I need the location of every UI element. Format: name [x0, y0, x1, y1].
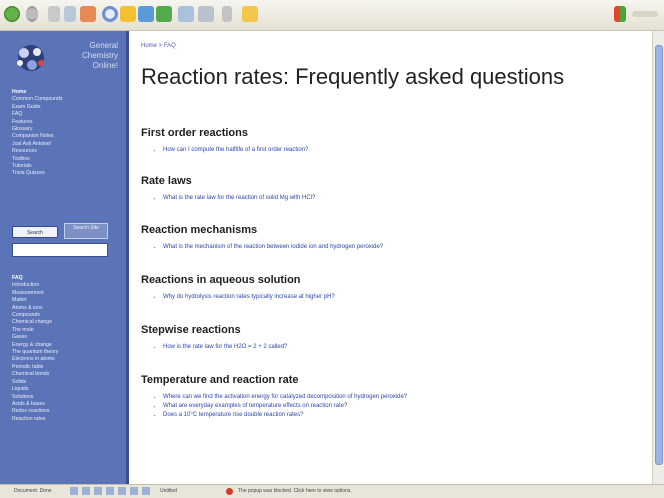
home-icon[interactable] [80, 6, 96, 22]
faq-nav-item[interactable]: Introduction [12, 282, 58, 289]
faq-link[interactable]: Does a 10°C temperature rise double reac… [163, 411, 641, 420]
faq-link[interactable]: How is the rate law for the H2O = 2 + 2 … [163, 343, 641, 352]
section-heading: Reactions in aqueous solution [141, 274, 301, 286]
sidebar: General Chemistry Online! Home Common Co… [0, 31, 129, 484]
media-icon[interactable] [138, 6, 154, 22]
faq-nav-item[interactable]: Periodic table [12, 364, 58, 371]
faq-nav-item[interactable]: Atoms & ions [12, 305, 58, 312]
search-scope-select[interactable]: Search [12, 226, 58, 238]
back-icon[interactable] [4, 6, 20, 22]
faq-nav-item[interactable]: Electrons in atoms [12, 356, 58, 363]
mail-icon[interactable] [178, 6, 194, 22]
site-name: General Chemistry Online! [81, 41, 118, 70]
stop-icon[interactable] [48, 6, 60, 22]
toolbar-extra-icon [632, 11, 658, 17]
main-content: Home > FAQ Reaction rates: Frequently as… [129, 31, 651, 484]
folder-icon[interactable] [242, 6, 258, 22]
browser-toolbar [0, 0, 664, 31]
faq-nav-item[interactable]: Chemical change [12, 319, 58, 326]
windows-logo-icon [614, 6, 626, 22]
nav-item[interactable]: Common Compounds [12, 96, 62, 103]
faq-section: Rate laws What is the rate law for the r… [141, 175, 641, 203]
faq-link[interactable]: Why do hydrolysis reaction rates typical… [163, 293, 641, 302]
faq-section: Reactions in aqueous solution Why do hyd… [141, 274, 641, 302]
status-bar: Document: Done Untitled The popup was bl… [0, 484, 664, 498]
faq-link[interactable]: What are everyday examples of temperatur… [163, 402, 641, 411]
status-icons [70, 487, 150, 495]
scroll-thumb[interactable] [655, 45, 663, 465]
primary-nav: Home Common Compounds Exam Guide FAQ Fea… [12, 89, 62, 178]
faq-nav-item[interactable]: The quantum theory [12, 349, 58, 356]
faq-nav-item[interactable]: Gases [12, 334, 58, 341]
faq-nav-item[interactable]: Measurement [12, 290, 58, 297]
faq-nav-item[interactable]: Solutions [12, 394, 58, 401]
faq-nav: FAQ Introduction Measurement Matter Atom… [12, 275, 58, 423]
nav-item[interactable]: Exam Guide [12, 104, 62, 111]
faq-link[interactable]: How can I compute the halflife of a firs… [163, 146, 641, 155]
faq-nav-item[interactable]: Reaction rates [12, 416, 58, 423]
search-button[interactable]: Search Site [64, 223, 108, 239]
molecule-logo-icon [17, 45, 44, 71]
page-title: Reaction rates: Frequently asked questio… [141, 64, 565, 89]
faq-section: First order reactions How can I compute … [141, 127, 641, 155]
nav-item[interactable]: FAQ [12, 111, 62, 118]
faq-nav-item[interactable]: Chemical bonds [12, 371, 58, 378]
section-heading: Reaction mechanisms [141, 224, 258, 236]
faq-nav-heading[interactable]: FAQ [12, 275, 58, 282]
section-heading: Temperature and reaction rate [141, 374, 299, 386]
status-text: Document: Done [14, 488, 52, 494]
nav-item[interactable]: Features [12, 119, 62, 126]
faq-nav-item[interactable]: The mole [12, 327, 58, 334]
nav-item[interactable]: Companion Notes [12, 133, 62, 140]
nav-item[interactable]: Home [12, 89, 62, 96]
popup-blocked-icon [226, 488, 233, 495]
search-input[interactable] [12, 243, 108, 257]
faq-nav-item[interactable]: Redox reactions [12, 408, 58, 415]
nav-item[interactable]: Glossary [12, 126, 62, 133]
taskbar-tab[interactable]: Untitled [160, 488, 177, 495]
nav-item[interactable]: Tutorials [12, 163, 62, 170]
nav-item[interactable]: Resources [12, 148, 62, 155]
history-icon[interactable] [156, 6, 172, 22]
nav-item[interactable]: Just Ask Antoine! [12, 141, 62, 148]
print-icon[interactable] [198, 6, 214, 22]
favorites-icon[interactable] [120, 6, 136, 22]
forward-icon[interactable] [26, 6, 38, 22]
nav-item[interactable]: Trivia Quizzes [12, 170, 62, 177]
faq-section: Reaction mechanisms What is the mechanis… [141, 224, 641, 252]
faq-link[interactable]: Where can we find the activation energy … [163, 393, 641, 402]
faq-nav-item[interactable]: Liquids [12, 386, 58, 393]
section-heading: First order reactions [141, 127, 248, 139]
section-heading: Rate laws [141, 175, 192, 187]
faq-nav-item[interactable]: Energy & change [12, 342, 58, 349]
breadcrumb[interactable]: Home > FAQ [141, 43, 176, 49]
site-search: Search Search Site [12, 223, 112, 259]
status-message[interactable]: The popup was blocked. Click here to vie… [238, 488, 352, 495]
site-logo[interactable]: General Chemistry Online! [6, 37, 120, 81]
nav-item[interactable]: Toolbox [12, 156, 62, 163]
faq-nav-item[interactable]: Compounds [12, 312, 58, 319]
faq-nav-item[interactable]: Solids [12, 379, 58, 386]
faq-section: Temperature and reaction rate Where can … [141, 374, 641, 420]
faq-nav-item[interactable]: Matter [12, 297, 58, 304]
faq-nav-item[interactable]: Acids & bases [12, 401, 58, 408]
faq-link[interactable]: What is the rate law for the reaction of… [163, 194, 641, 203]
faq-section: Stepwise reactions How is the rate law f… [141, 324, 641, 352]
edit-icon[interactable] [222, 6, 232, 22]
section-heading: Stepwise reactions [141, 324, 241, 336]
search-icon[interactable] [102, 6, 118, 22]
refresh-icon[interactable] [64, 6, 76, 22]
faq-link[interactable]: What is the mechanism of the reaction be… [163, 243, 641, 252]
vertical-scrollbar[interactable] [652, 31, 664, 484]
